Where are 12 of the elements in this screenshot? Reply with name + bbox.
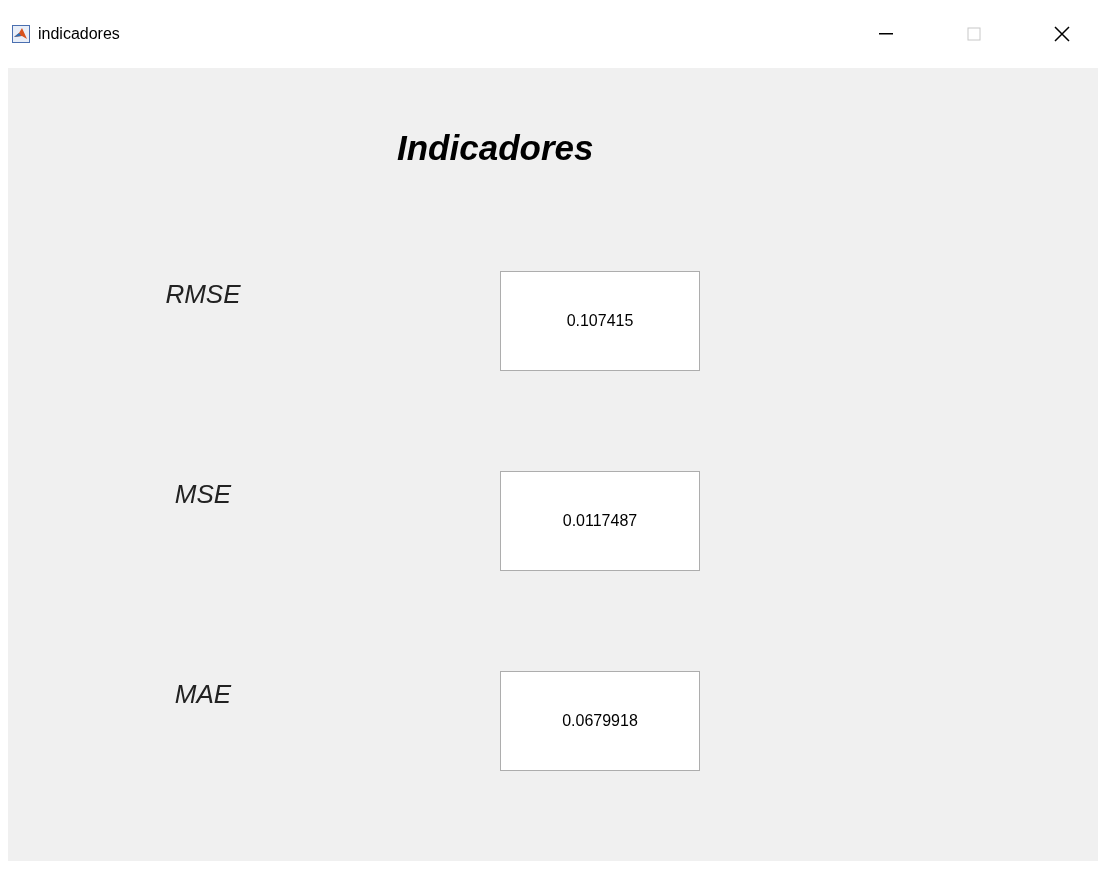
metric-label: MAE: [174, 679, 232, 709]
app-icon: [12, 25, 30, 43]
value-field[interactable]: 0.0117487: [500, 471, 700, 571]
window-title: indicadores: [38, 25, 121, 43]
close-icon: [1053, 25, 1071, 43]
value-field[interactable]: 0.0679918: [500, 671, 700, 771]
heading: Indicadores: [397, 128, 594, 168]
metric-label: MSE: [174, 479, 232, 509]
value-field[interactable]: 0.107415: [500, 271, 700, 371]
maximize-icon: [966, 26, 982, 42]
minimize-icon: [879, 33, 893, 35]
metric-label: RMSE: [165, 279, 241, 309]
